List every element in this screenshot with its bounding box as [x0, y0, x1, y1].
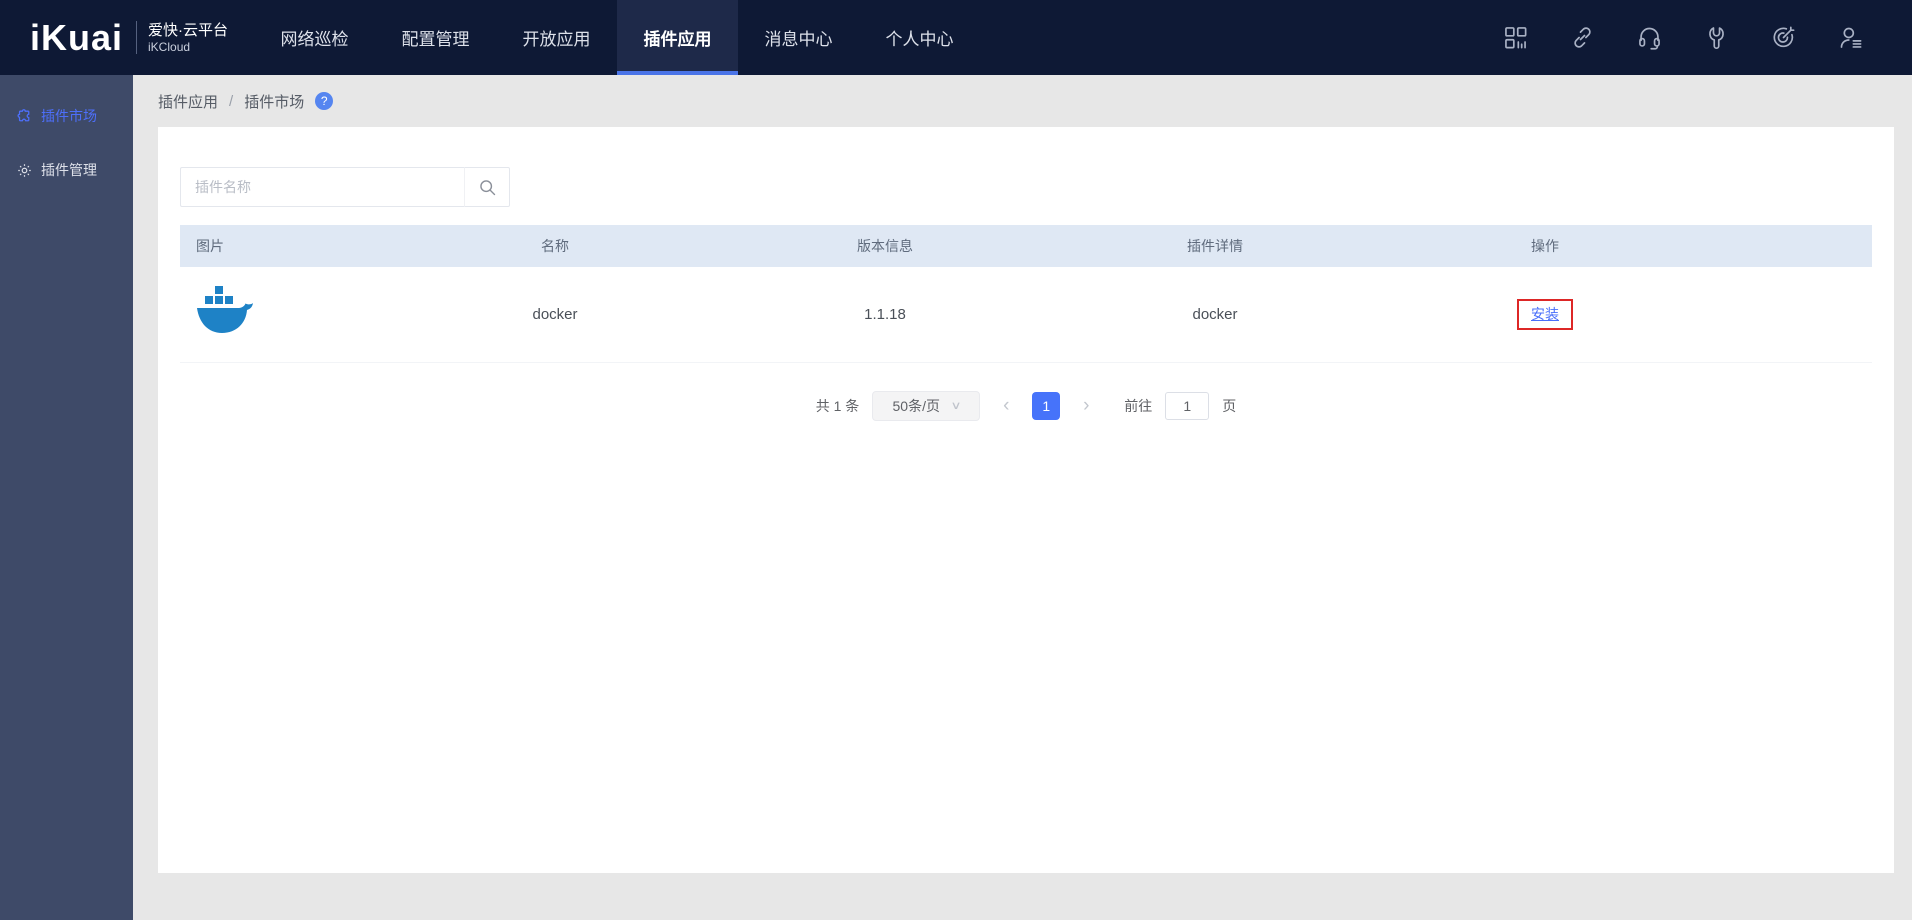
nav-icon-group: [1502, 0, 1912, 75]
cell-version: 1.1.18: [720, 267, 1050, 363]
goto-page-input[interactable]: [1165, 391, 1210, 420]
nav-tabs: 网络巡检 配置管理 开放应用 插件应用 消息中心 个人中心: [254, 0, 980, 75]
pagination-total: 共 1 条: [815, 397, 860, 414]
headset-icon[interactable]: [1636, 24, 1663, 51]
content-card: 图片 名称 版本信息 插件详情 操作: [158, 127, 1894, 873]
breadcrumb: 插件应用 / 插件市场 ?: [158, 75, 1894, 127]
apps-grid-icon[interactable]: [1502, 24, 1529, 51]
cell-filler: [1710, 267, 1872, 363]
breadcrumb-plugin-apps[interactable]: 插件应用: [158, 91, 218, 112]
col-header-detail: 插件详情: [1050, 225, 1380, 267]
gear-icon: [18, 163, 31, 177]
sidebar-item-plugin-manage[interactable]: 插件管理: [0, 143, 133, 197]
table-row: docker 1.1.18 docker 安装: [180, 267, 1872, 363]
col-header-filler: [1710, 225, 1872, 267]
sidebar-item-plugin-market[interactable]: 插件市场: [0, 89, 133, 143]
col-header-version: 版本信息: [720, 225, 1050, 267]
search-icon: [479, 179, 495, 195]
docker-logo-icon: [197, 286, 253, 334]
search-button[interactable]: [464, 167, 510, 207]
page-body: 插件市场 插件管理 插件应用 / 插件市场 ? 插件名称 图片 名称 版本信息 …: [0, 75, 1912, 920]
pagination: 共 1 条 50条/页 ∨ ‹ 1 › 前往 页: [180, 390, 1872, 421]
top-nav: iKuai 爱快·云平台 iKCloud 网络巡检 配置管理 开放应用 插件应用…: [0, 0, 1912, 75]
breadcrumb-plugin-market[interactable]: 插件市场: [244, 91, 304, 112]
sidebar: 插件市场 插件管理: [0, 75, 133, 920]
col-header-image: 图片: [180, 225, 390, 267]
logo[interactable]: iKuai 爱快·云平台 iKCloud: [0, 0, 254, 75]
goto-label: 前往: [1124, 397, 1153, 414]
sidebar-item-label: 插件市场: [41, 108, 97, 124]
main-area: 插件应用 / 插件市场 ? 图片: [133, 75, 1912, 920]
prev-page-button[interactable]: ‹: [993, 391, 1019, 421]
user-menu-icon[interactable]: [1837, 24, 1864, 51]
tab-config-manage[interactable]: 配置管理: [375, 0, 496, 75]
tab-message-center[interactable]: 消息中心: [738, 0, 859, 75]
col-header-name: 名称: [390, 225, 720, 267]
tab-personal-center[interactable]: 个人中心: [859, 0, 980, 75]
page-unit-label: 页: [1222, 397, 1237, 414]
breadcrumb-separator: /: [229, 92, 234, 110]
wrench-icon[interactable]: [1703, 24, 1730, 51]
cell-image: [180, 267, 390, 363]
plugin-table: 图片 名称 版本信息 插件详情 操作 docker 1.1.18 docker …: [180, 225, 1872, 363]
tab-plugin-apps[interactable]: 插件应用: [617, 0, 739, 75]
table-header-row: 图片 名称 版本信息 插件详情 操作: [180, 225, 1872, 267]
page-size-select[interactable]: 50条/页 ∨: [872, 390, 981, 421]
logo-text: iKuai: [30, 16, 124, 58]
cell-detail: docker: [1050, 267, 1380, 363]
search-bar: [180, 167, 1872, 207]
brand-block: 爱快·云平台 iKCloud: [136, 20, 229, 55]
link-icon[interactable]: [1569, 24, 1596, 51]
chevron-down-icon: ∨: [950, 400, 962, 412]
col-header-action: 操作: [1380, 225, 1710, 267]
tab-network-inspect[interactable]: 网络巡检: [254, 0, 375, 75]
annotation-red-box: 安装: [1517, 298, 1573, 330]
cell-action: 安装: [1380, 267, 1710, 363]
puzzle-icon: [17, 108, 30, 121]
install-link[interactable]: 安装: [1531, 306, 1559, 322]
brand-name-cn: 爱快·云平台: [148, 21, 229, 39]
cell-name: docker: [390, 267, 720, 363]
brand-name-en: iKCloud: [148, 40, 191, 55]
next-page-button[interactable]: ›: [1073, 391, 1099, 421]
search-input[interactable]: [180, 167, 464, 207]
sidebar-item-label: 插件管理: [41, 162, 97, 178]
question-circle-icon[interactable]: ?: [315, 92, 334, 110]
page-number-1[interactable]: 1: [1032, 391, 1061, 420]
target-arrow-icon[interactable]: [1770, 24, 1797, 51]
page-size-value: 50条/页: [892, 397, 940, 414]
tab-open-apps[interactable]: 开放应用: [496, 0, 617, 75]
